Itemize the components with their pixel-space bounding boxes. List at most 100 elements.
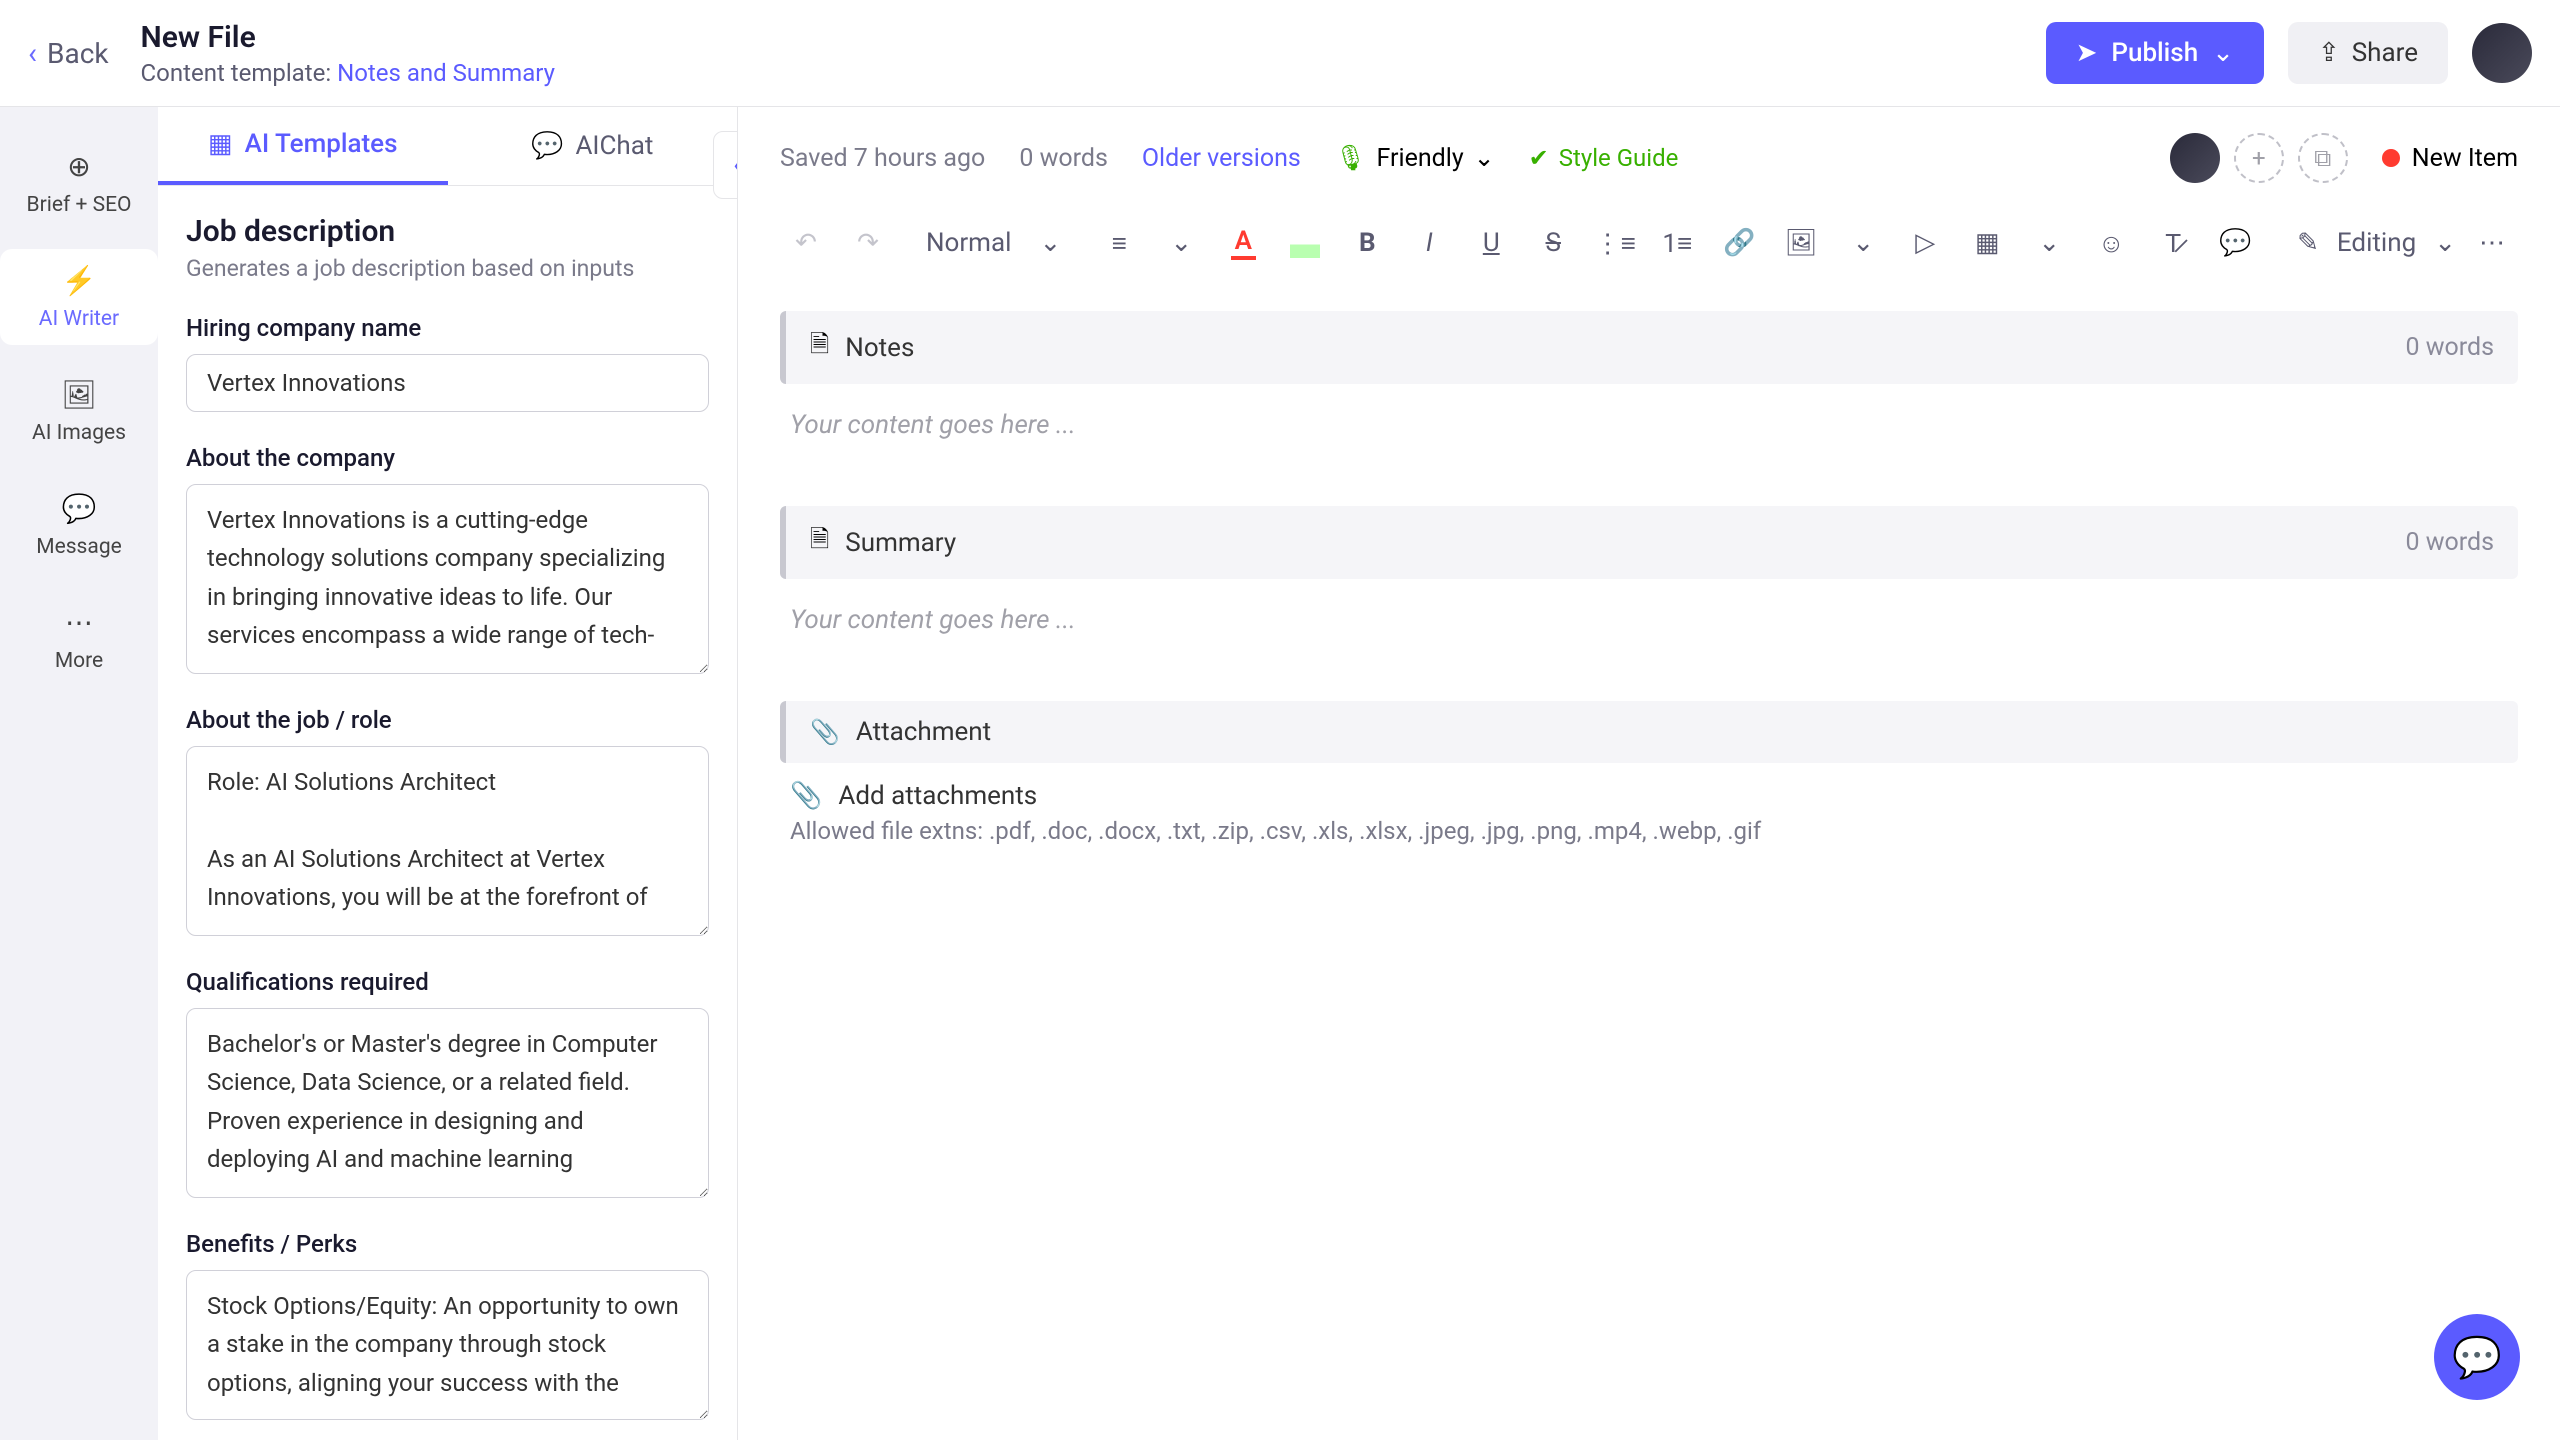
chat-icon: 💬 [531,131,563,161]
chevron-down-icon: ⌄ [1170,228,1192,258]
collaborator-avatar[interactable] [2170,133,2220,183]
add-collaborator-button[interactable]: + [2234,133,2284,183]
calendar-icon-dashed: ⧉ [2314,144,2331,172]
tab-ai-chat[interactable]: 💬 AIChat [448,107,738,185]
notes-section: 🗎 Notes 0 words Your content goes here .… [780,311,2518,466]
target-icon: ⊕ [62,149,96,183]
emoji-button[interactable]: ☺ [2085,217,2137,269]
template-link[interactable]: Notes and Summary [337,59,555,87]
text-color-button[interactable]: A [1217,217,1269,269]
tone-selector[interactable]: 🎙 Friendly ⌄ [1335,143,1495,173]
image-button[interactable]: 🖼 [1775,217,1827,269]
align-dropdown[interactable]: ⌄ [1155,217,1207,269]
company-name-label: Hiring company name [186,314,709,342]
about-company-textarea[interactable]: Vertex Innovations is a cutting-edge tec… [186,484,709,674]
templates-icon: ▦ [208,129,233,159]
tab-ai-templates[interactable]: ▦ AI Templates [158,107,448,185]
share-button[interactable]: ⇪ Share [2288,22,2448,84]
bullet-list-button[interactable]: ⋮≡ [1589,217,1641,269]
qualifications-label: Qualifications required [186,968,709,996]
image-dropdown[interactable]: ⌄ [1837,217,1889,269]
style-guide-label: Style Guide [1559,144,1679,172]
notes-header: 🗎 Notes 0 words [780,311,2518,384]
clear-format-icon: T̷ [2165,228,2181,259]
style-guide-button[interactable]: ✔ Style Guide [1529,144,1679,172]
bold-icon: B [1359,228,1376,258]
style-label: Normal [926,228,1011,258]
chevron-down-icon: ⌄ [1474,143,1495,173]
more-icon: ⋯ [2479,228,2505,258]
table-dropdown[interactable]: ⌄ [2023,217,2075,269]
left-rail: ⊕ Brief + SEO ⚡ AI Writer 🖼 AI Images 💬 … [0,107,158,1440]
rail-more[interactable]: ⋯ More [0,591,158,687]
template-line: Content template: Notes and Summary [141,59,555,87]
rail-ai-images[interactable]: 🖼 AI Images [0,363,158,459]
back-button[interactable]: ‹ Back [28,36,109,71]
underline-button[interactable]: U [1465,217,1517,269]
summary-section: 🗎 Summary 0 words Your content goes here… [780,506,2518,661]
image-icon: 🖼 [1785,228,1818,258]
link-icon: 🔗 [1723,228,1755,258]
strike-button[interactable]: S [1527,217,1579,269]
ordered-list-button[interactable]: 1≡ [1651,217,1703,269]
bullet-list-icon: ⋮≡ [1595,228,1636,259]
rail-label: Message [36,535,122,559]
publish-button[interactable]: ➤ Publish ⌄ [2046,22,2264,84]
undo-button[interactable]: ↶ [780,217,832,269]
notes-word-count: 0 words [2405,333,2494,362]
chat-fab[interactable]: 💬 [2434,1314,2520,1400]
saved-status: Saved 7 hours ago [780,144,985,173]
rail-ai-writer[interactable]: ⚡ AI Writer [0,249,158,345]
rail-message[interactable]: 💬 Message [0,477,158,573]
redo-button[interactable]: ↷ [842,217,894,269]
text-color-icon: A [1231,226,1256,260]
collapse-panel-button[interactable]: ‹ [713,131,738,199]
chevron-down-icon: ⌄ [1852,228,1874,258]
emoji-icon: ☺ [2098,228,2125,259]
mode-select[interactable]: ✎ Editing ⌄ [2297,228,2456,258]
editor-meta-row: Saved 7 hours ago 0 words Older versions… [780,107,2518,203]
more-toolbar-button[interactable]: ⋯ [2466,217,2518,269]
summary-word-count: 0 words [2405,528,2494,557]
add-attachments-button[interactable]: 📎 Add attachments [780,763,2518,817]
comment-button[interactable]: 💬 [2209,217,2261,269]
doc-icon: 🗎 [810,327,829,368]
page-title: New File [141,20,555,55]
company-name-input[interactable] [186,354,709,412]
title-block: New File Content template: Notes and Sum… [141,20,555,87]
play-icon: ▷ [1915,228,1935,258]
older-versions-link[interactable]: Older versions [1142,144,1301,173]
align-button[interactable]: ≡ [1093,217,1145,269]
italic-button[interactable]: I [1403,217,1455,269]
paperclip-icon: 📎 [810,718,840,746]
video-button[interactable]: ▷ [1899,217,1951,269]
mode-label: Editing [2337,228,2416,258]
chat-bubble-icon: 💬 [2452,1334,2502,1381]
highlight-button[interactable] [1279,217,1331,269]
paragraph-style-select[interactable]: Normal ⌄ [904,228,1083,258]
chevron-left-icon: ‹ [733,151,738,179]
table-button[interactable]: ▦ [1961,217,2013,269]
layout: ⊕ Brief + SEO ⚡ AI Writer 🖼 AI Images 💬 … [0,107,2560,1440]
about-role-textarea[interactable]: Role: AI Solutions Architect As an AI So… [186,746,709,936]
rail-brief-seo[interactable]: ⊕ Brief + SEO [0,135,158,231]
schedule-button[interactable]: ⧉ [2298,133,2348,183]
clear-format-button[interactable]: T̷ [2147,217,2199,269]
notes-content[interactable]: Your content goes here ... [780,384,2518,466]
word-count: 0 words [1019,144,1108,173]
link-button[interactable]: 🔗 [1713,217,1765,269]
summary-content[interactable]: Your content goes here ... [780,579,2518,661]
user-avatar[interactable] [2472,23,2532,83]
qualifications-textarea[interactable]: Bachelor's or Master's degree in Compute… [186,1008,709,1198]
benefits-textarea[interactable]: Stock Options/Equity: An opportunity to … [186,1270,709,1420]
template-form: Job description Generates a job descript… [158,186,737,1440]
status-new-item[interactable]: New Item [2382,144,2518,173]
bold-button[interactable]: B [1341,217,1393,269]
italic-icon: I [1426,228,1433,258]
highlight-icon [1290,228,1320,258]
collaborators: + ⧉ [2170,133,2348,183]
more-icon: ⋯ [62,605,96,639]
summary-header: 🗎 Summary 0 words [780,506,2518,579]
rail-label: More [55,649,103,673]
template-prefix: Content template: [141,59,332,87]
